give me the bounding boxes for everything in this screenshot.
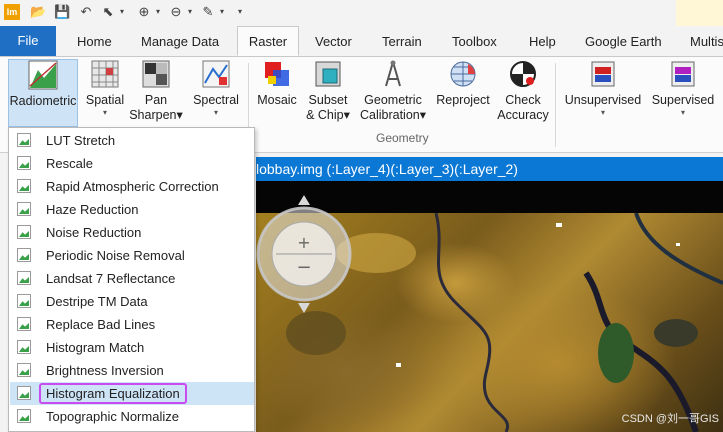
tab-home[interactable]: Home — [77, 26, 112, 56]
mosaic-label: Mosaic — [257, 93, 297, 107]
tab-multispectral[interactable]: Multis — [690, 26, 723, 56]
radiometric-button[interactable]: Radiometric — [8, 59, 78, 127]
ribbon-separator — [555, 63, 556, 147]
histogram-icon — [17, 179, 31, 193]
histogram-icon — [17, 156, 31, 170]
geometry-group-label: Geometry — [376, 131, 429, 145]
menu-item-replace-bad-lines[interactable]: Replace Bad Lines — [10, 313, 254, 336]
app-logo-icon[interactable]: lm — [4, 4, 20, 20]
tab-google-earth[interactable]: Google Earth — [585, 26, 662, 56]
radiometric-label: Radiometric — [9, 94, 77, 108]
check-accuracy-icon — [508, 59, 538, 89]
reproject-button[interactable]: Reproject — [434, 59, 492, 108]
supervised-icon — [668, 59, 698, 89]
navigation-control[interactable]: + − — [256, 193, 358, 315]
quick-access-toolbar: lm 📂 💾 ↶ ⬉ ▾ ⊕ ▾ ⊖ ▾ ✎ ▾ ▾ — [0, 0, 723, 26]
geometric-calibration-label: Geometric Calibration▾ — [359, 93, 427, 122]
menu-item-rapid-atmospheric-correction[interactable]: Rapid Atmospheric Correction — [10, 175, 254, 198]
pan-up-icon[interactable] — [298, 195, 310, 205]
histogram-icon — [17, 133, 31, 147]
histogram-icon — [17, 271, 31, 285]
histogram-icon — [17, 363, 31, 377]
save-icon[interactable]: 💾 — [54, 4, 70, 20]
histogram-icon — [17, 409, 31, 423]
subset-chip-label: Subset & Chip▾ — [306, 93, 350, 122]
unsupervised-icon — [588, 59, 618, 89]
menu-item-topographic-normalize[interactable]: Topographic Normalize — [10, 405, 254, 428]
histogram-icon — [17, 386, 31, 400]
tab-toolbox[interactable]: Toolbox — [452, 26, 497, 56]
supervised-button[interactable]: Supervised ▾ — [648, 59, 718, 118]
menu-item-histogram-match[interactable]: Histogram Match — [10, 336, 254, 359]
tab-vector[interactable]: Vector — [315, 26, 352, 56]
subset-chip-icon — [313, 59, 343, 89]
menu-item-landsat-7-reflectance[interactable]: Landsat 7 Reflectance — [10, 267, 254, 290]
ribbon-tab-bar: File Home Manage Data Raster Vector Terr… — [0, 26, 723, 57]
geometric-calibration-button[interactable]: Geometric Calibration▾ — [357, 59, 429, 123]
check-accuracy-button[interactable]: Check Accuracy — [494, 59, 552, 123]
histogram-icon — [17, 202, 31, 216]
spatial-button[interactable]: Spatial ▾ — [83, 59, 127, 118]
customize-toolbar-icon[interactable]: ▾ — [232, 4, 248, 20]
tab-terrain[interactable]: Terrain — [382, 26, 422, 56]
reproject-globe-icon — [448, 59, 478, 89]
spectral-button[interactable]: Spectral ▾ — [190, 59, 242, 118]
radiometric-dropdown-menu: LUT Stretch Rescale Rapid Atmospheric Co… — [8, 127, 255, 432]
zoom-out-icon[interactable]: − — [296, 257, 311, 278]
menu-item-histogram-equalization[interactable]: Histogram Equalization — [10, 382, 254, 405]
undo-icon[interactable]: ↶ — [78, 4, 94, 20]
compass-icon — [378, 59, 408, 89]
spatial-grid-icon — [90, 59, 120, 89]
chevron-down-icon: ▾ — [213, 108, 218, 117]
menu-item-lut-stretch[interactable]: LUT Stretch — [10, 129, 254, 152]
histogram-icon — [17, 248, 31, 262]
watermark-text: CSDN @刘一哥GIS — [621, 413, 719, 425]
chevron-down-icon[interactable]: ▾ — [114, 4, 130, 20]
menu-item-periodic-noise-removal[interactable]: Periodic Noise Removal — [10, 244, 254, 267]
menu-item-rescale[interactable]: Rescale — [10, 152, 254, 175]
chevron-down-icon: ▾ — [600, 108, 605, 117]
mosaic-button[interactable]: Mosaic — [253, 59, 301, 108]
spectral-label: Spectral — [193, 93, 239, 107]
histogram-icon — [17, 317, 31, 331]
histogram-icon — [17, 225, 31, 239]
open-folder-icon[interactable]: 📂 — [30, 4, 46, 20]
tab-raster[interactable]: Raster — [237, 26, 299, 56]
viewer-title-bar: lobbay.img (:Layer_4)(:Layer_3)(:Layer_2… — [256, 157, 723, 181]
menu-item-haze-reduction[interactable]: Haze Reduction — [10, 198, 254, 221]
pan-down-icon[interactable] — [298, 303, 310, 313]
title-bar-highlight — [676, 0, 723, 26]
unsupervised-button[interactable]: Unsupervised ▾ — [560, 59, 646, 118]
unsupervised-label: Unsupervised — [564, 93, 642, 107]
spatial-label: Spatial — [85, 93, 125, 107]
pan-sharpen-icon — [141, 59, 171, 89]
tab-file[interactable]: File — [0, 26, 56, 56]
viewer-title: lobbay.img (:Layer_4)(:Layer_3)(:Layer_2… — [256, 161, 518, 177]
spectral-icon — [201, 59, 231, 89]
chevron-down-icon: ▾ — [102, 108, 107, 117]
subset-chip-button[interactable]: Subset & Chip▾ — [302, 59, 354, 123]
histogram-icon — [17, 294, 31, 308]
histogram-icon — [17, 340, 31, 354]
reproject-label: Reproject — [436, 93, 490, 107]
supervised-label: Supervised — [651, 93, 715, 107]
mosaic-icon — [262, 59, 292, 89]
chevron-down-icon[interactable]: ▾ — [214, 4, 230, 20]
pan-sharpen-button[interactable]: Pan Sharpen▾ — [128, 59, 184, 123]
tab-manage-data[interactable]: Manage Data — [141, 26, 219, 56]
chevron-down-icon[interactable]: ▾ — [150, 4, 166, 20]
tab-help[interactable]: Help — [529, 26, 556, 56]
chevron-down-icon: ▾ — [680, 108, 685, 117]
menu-item-destripe-tm-data[interactable]: Destripe TM Data — [10, 290, 254, 313]
check-accuracy-label: Check Accuracy — [497, 93, 549, 122]
radiometric-icon — [28, 60, 58, 90]
chevron-down-icon[interactable]: ▾ — [182, 4, 198, 20]
zoom-in-icon[interactable]: + — [297, 233, 310, 252]
pan-sharpen-label: Pan Sharpen▾ — [129, 93, 183, 122]
menu-item-brightness-inversion[interactable]: Brightness Inversion — [10, 359, 254, 382]
menu-item-noise-reduction[interactable]: Noise Reduction — [10, 221, 254, 244]
